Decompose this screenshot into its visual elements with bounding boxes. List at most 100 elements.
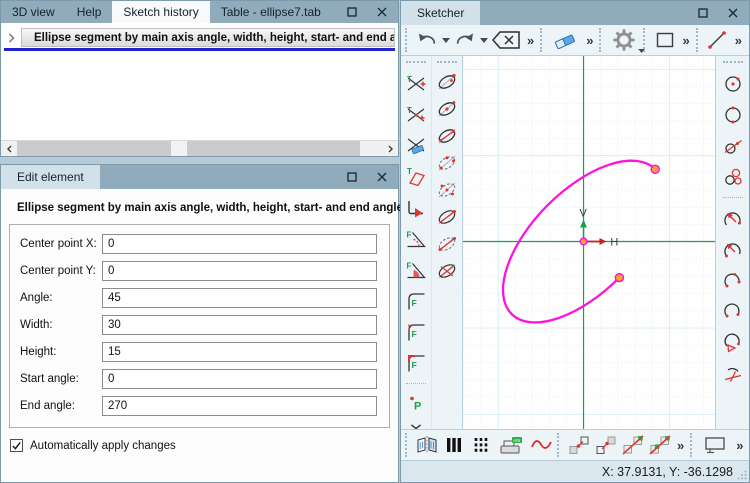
angle-field[interactable]	[102, 288, 377, 308]
ellipse-points-dashed-2-button[interactable]	[433, 176, 460, 203]
arc-direction-2-button[interactable]	[719, 234, 746, 265]
point-tool-button[interactable]: P	[402, 389, 429, 416]
toolbar-grip[interactable]	[540, 28, 545, 52]
redo-button[interactable]	[451, 27, 478, 54]
mirror-view-button[interactable]	[413, 432, 440, 459]
width-field[interactable]	[102, 315, 377, 335]
arc-start-point[interactable]	[651, 165, 659, 173]
circle-three-points-button[interactable]	[719, 161, 746, 192]
settings-button[interactable]	[607, 27, 641, 54]
expander-chevron-icon[interactable]	[5, 33, 17, 43]
overflow-chevron[interactable]: »	[735, 34, 742, 47]
scroll-right-icon[interactable]	[382, 141, 398, 156]
eraser-button[interactable]	[548, 27, 582, 54]
line-tool-button[interactable]	[704, 27, 731, 54]
maximize-button[interactable]	[697, 7, 709, 19]
close-button[interactable]	[376, 6, 388, 18]
ellipse-center-icon	[436, 98, 458, 120]
circle-tangent-button[interactable]	[719, 130, 746, 161]
close-button[interactable]	[376, 171, 388, 183]
undo-menu-button[interactable]	[440, 27, 451, 54]
toolbar-grip[interactable]	[696, 28, 701, 52]
tangent-rectangle-button[interactable]: T	[402, 161, 429, 192]
undo-button[interactable]	[413, 27, 440, 54]
close-button[interactable]	[727, 7, 739, 19]
close-icon	[728, 8, 738, 18]
fillet-corner-3-button[interactable]: F	[402, 347, 429, 378]
redo-menu-button[interactable]	[478, 27, 489, 54]
circle-center-radius-button[interactable]	[719, 68, 746, 99]
height-field[interactable]	[102, 342, 377, 362]
overflow-chevron[interactable]: »	[682, 34, 689, 47]
toolbar-grip[interactable]	[405, 28, 410, 52]
delete-element-button[interactable]	[489, 27, 523, 54]
backspace-icon	[491, 30, 521, 50]
tab-3d-view[interactable]: 3D view	[1, 1, 66, 23]
maximize-button[interactable]	[346, 171, 358, 183]
snap-disable-2-button[interactable]	[646, 432, 673, 459]
toolbar-grip[interactable]	[406, 61, 426, 66]
ellipse-crossed-button[interactable]	[433, 257, 460, 284]
tab-help[interactable]: Help	[66, 1, 113, 23]
scroll-left-icon[interactable]	[1, 141, 17, 156]
ellipse-endpoints-button[interactable]	[433, 68, 460, 95]
arc-end-point[interactable]	[615, 274, 623, 282]
grid-bars-solid-button[interactable]	[440, 432, 467, 459]
overflow-chevron[interactable]: »	[736, 439, 743, 452]
ellipse-center-button[interactable]	[433, 95, 460, 122]
tab-table-ellipse7[interactable]: Table - ellipse7.tab	[210, 1, 332, 23]
snap-move-2-icon	[594, 434, 618, 456]
auto-apply-checkbox[interactable]	[10, 439, 23, 452]
arc-direction-1-button[interactable]	[719, 203, 746, 234]
ellipse-tangent-2-button[interactable]	[433, 230, 460, 257]
arc-endpoints-1-button[interactable]	[719, 265, 746, 296]
scrollbar-thumb[interactable]	[171, 141, 187, 156]
snap-disable-1-button[interactable]	[619, 432, 646, 459]
corner-line-button[interactable]	[402, 192, 429, 223]
toolbar-grip[interactable]	[437, 61, 457, 66]
ellipse-points-dashed-1-button[interactable]	[433, 149, 460, 176]
fillet-corner-2-button[interactable]: F	[402, 316, 429, 347]
tangent-line-2-button[interactable]: T	[402, 99, 429, 130]
toolbar-grip[interactable]	[405, 433, 410, 457]
arc-tangent-button[interactable]	[719, 358, 746, 389]
arc-bulge-button[interactable]	[719, 327, 746, 358]
ellipse-tangent-1-button[interactable]	[433, 203, 460, 230]
scrollbar-track[interactable]	[17, 141, 360, 156]
maximize-button[interactable]	[346, 6, 358, 18]
grid-bars-dashed-button[interactable]	[467, 432, 494, 459]
overflow-chevron[interactable]: »	[677, 439, 684, 452]
tangent-line-1-button[interactable]: T	[402, 68, 429, 99]
origin-point[interactable]	[580, 238, 587, 245]
arc-endpoints-2-button[interactable]	[719, 296, 746, 327]
toolbar-grip[interactable]	[599, 28, 604, 52]
chevron-down-icon[interactable]	[638, 49, 645, 53]
svg-text:P: P	[414, 400, 421, 412]
snap-move-1-button[interactable]	[565, 432, 592, 459]
fillet-angle-button[interactable]: F	[402, 223, 429, 254]
rectangle-tool-button[interactable]	[651, 27, 678, 54]
history-item-button[interactable]: Ellipse segment by main axis angle, widt…	[21, 28, 395, 47]
end-angle-field[interactable]	[102, 396, 377, 416]
toolbar-grip[interactable]	[690, 433, 695, 457]
fillet-angle-filled-button[interactable]: F	[402, 254, 429, 285]
center-y-field[interactable]	[102, 261, 377, 281]
center-x-field[interactable]	[102, 234, 377, 254]
fillet-corner-1-button[interactable]: F	[402, 285, 429, 316]
sketch-canvas[interactable]: V H	[463, 56, 715, 429]
toolbar-grip[interactable]	[557, 433, 562, 457]
toolbar-grip[interactable]	[723, 61, 743, 66]
start-angle-field[interactable]	[102, 369, 377, 389]
horizontal-scrollbar[interactable]	[1, 140, 398, 156]
attributes-stamp-button[interactable]: Attr	[494, 432, 528, 459]
resize-grip-icon[interactable]	[737, 470, 747, 480]
overflow-chevron[interactable]: »	[527, 34, 534, 47]
fit-window-button[interactable]	[698, 432, 732, 459]
snap-move-2-button[interactable]	[592, 432, 619, 459]
trim-element-button[interactable]	[402, 130, 429, 161]
ellipse-axis-button[interactable]	[433, 122, 460, 149]
tab-sketch-history[interactable]: Sketch history	[112, 1, 209, 23]
circle-button[interactable]	[719, 99, 746, 130]
overflow-chevron[interactable]: »	[586, 34, 593, 47]
spline-wave-button[interactable]	[528, 432, 555, 459]
